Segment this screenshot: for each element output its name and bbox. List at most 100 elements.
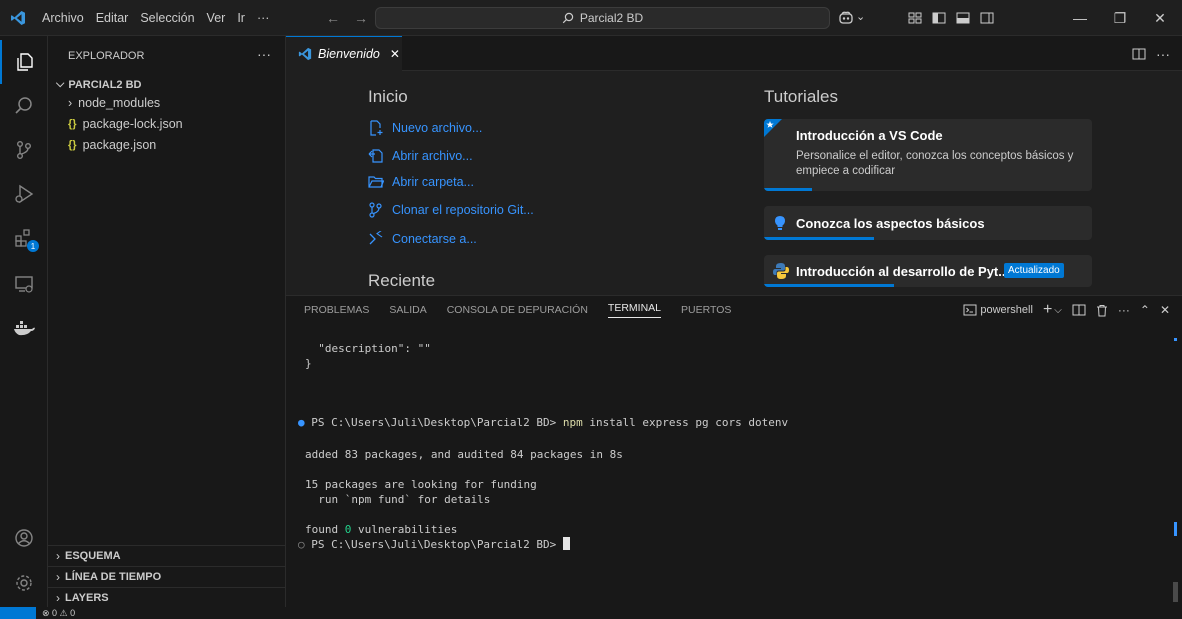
- split-editor-icon[interactable]: [1132, 48, 1146, 60]
- tree-item-label: package-lock.json: [82, 116, 183, 131]
- terminal-scrollbar[interactable]: [1170, 326, 1182, 602]
- open-folder-link[interactable]: Abrir carpeta...: [368, 171, 474, 193]
- open-folder-icon: [368, 176, 384, 188]
- explorer-more-button[interactable]: ···: [257, 46, 271, 62]
- explorer-icon[interactable]: [0, 40, 48, 84]
- vscode-logo-icon[interactable]: [0, 0, 36, 36]
- terminal-output[interactable]: "description": "" } ● PS C:\Users\Juli\D…: [286, 332, 1166, 602]
- source-control-icon[interactable]: [0, 128, 48, 172]
- out-text: found: [305, 523, 345, 536]
- source-control-icon: [369, 202, 382, 218]
- tutorial-progress: [764, 284, 894, 287]
- tab-terminal[interactable]: TERMINAL: [607, 302, 662, 318]
- open-file-link[interactable]: Abrir archivo...: [368, 145, 473, 167]
- chevron-down-icon: ⌄: [856, 10, 866, 23]
- tree-item-package-lock[interactable]: {} package-lock.json: [48, 113, 286, 134]
- close-panel-icon[interactable]: ✕: [1160, 303, 1170, 317]
- new-file-link[interactable]: Nuevo archivo...: [368, 117, 482, 139]
- close-window-icon[interactable]: ✕: [1140, 10, 1180, 27]
- customize-layout-icon[interactable]: [908, 12, 922, 24]
- minimize-icon[interactable]: —: [1060, 10, 1100, 26]
- explorer-title: EXPLORADOR: [68, 50, 145, 62]
- activity-bar: 1: [0, 36, 48, 607]
- split-terminal-icon[interactable]: [1072, 304, 1086, 316]
- vscode-tab-icon: [298, 47, 312, 61]
- remote-indicator[interactable]: [0, 607, 36, 619]
- tab-salida[interactable]: SALIDA: [389, 304, 426, 316]
- extensions-icon[interactable]: 1: [0, 216, 48, 260]
- prompt-path: PS C:\Users\Juli\Desktop\Parcial2 BD>: [311, 416, 563, 429]
- toggle-secondary-sidebar-icon[interactable]: [980, 12, 994, 24]
- command-args: install express pg cors dotenv: [582, 416, 789, 429]
- tutorials-heading: Tutoriales: [764, 87, 839, 106]
- gear-icon[interactable]: [0, 561, 48, 605]
- command-center-search[interactable]: Parcial2 BD: [375, 7, 830, 29]
- tutorial-title: Introducción a VS Code: [796, 128, 943, 143]
- run-debug-icon[interactable]: [0, 172, 48, 216]
- tree-item-label: node_modules: [78, 95, 161, 110]
- remote-explorer-icon[interactable]: [0, 262, 48, 306]
- command-center-label: Parcial2 BD: [579, 11, 644, 25]
- clone-repo-link[interactable]: Clonar el repositorio Git...: [368, 199, 534, 221]
- chevron-right-icon: ›: [56, 549, 60, 563]
- menu-ir[interactable]: Ir: [231, 11, 251, 25]
- tutorial-progress: [764, 188, 812, 191]
- welcome-page: Inicio Nuevo archivo... Abrir archivo...…: [286, 71, 1182, 295]
- chevron-right-icon: ›: [56, 591, 60, 605]
- search-view-icon[interactable]: [0, 84, 48, 128]
- start-item-label: Nuevo archivo...: [392, 121, 483, 135]
- menu-seleccion[interactable]: Selección: [134, 11, 200, 25]
- tutorial-card-python[interactable]: Introducción al desarrollo de Pyt... Act…: [764, 255, 1092, 287]
- toggle-panel-icon[interactable]: [956, 12, 970, 24]
- tab-consola-depuracion[interactable]: CONSOLA DE DEPURACIÓN: [447, 304, 588, 316]
- remote-icon: [369, 231, 383, 245]
- maximize-panel-icon[interactable]: ⌃: [1140, 303, 1150, 317]
- menu-ver[interactable]: Ver: [201, 11, 232, 25]
- terminal-line: }: [305, 357, 312, 370]
- accounts-icon[interactable]: [0, 516, 48, 560]
- star-badge-icon: [764, 119, 782, 137]
- editor-more-button[interactable]: ···: [1156, 46, 1170, 62]
- close-icon[interactable]: ✕: [390, 47, 400, 61]
- docker-icon[interactable]: [0, 306, 48, 350]
- bottom-panel: PROBLEMAS SALIDA CONSOLA DE DEPURACIÓN T…: [286, 295, 1182, 607]
- folder-root-label: PARCIAL2 BD: [68, 78, 142, 91]
- section-linea-de-tiempo[interactable]: › LÍNEA DE TIEMPO: [48, 566, 286, 587]
- chevron-down-icon[interactable]: ⌵: [1054, 305, 1062, 316]
- trash-icon[interactable]: [1096, 304, 1108, 317]
- tree-item-node-modules[interactable]: › node_modules: [48, 92, 286, 113]
- lightbulb-icon: [775, 216, 785, 230]
- tab-puertos[interactable]: PUERTOS: [681, 304, 731, 316]
- forward-arrow-icon[interactable]: →: [354, 10, 368, 26]
- status-bar: ⊗ 0 ⚠ 0: [0, 607, 1182, 619]
- copilot-button[interactable]: ⌄: [838, 0, 865, 36]
- tutorial-card-vscode[interactable]: Introducción a VS Code Personalice el ed…: [764, 119, 1092, 191]
- terminal-line: found 0 vulnerabilities: [305, 522, 457, 537]
- tutorial-card-basics[interactable]: Conozca los aspectos básicos: [764, 206, 1092, 240]
- tab-bienvenido[interactable]: Bienvenido ✕: [286, 36, 402, 71]
- panel-more-button[interactable]: ···: [1118, 303, 1130, 317]
- menu-editar[interactable]: Editar: [90, 11, 135, 25]
- json-file-icon: {}: [68, 117, 77, 130]
- terminal-selector[interactable]: powershell: [963, 304, 1033, 316]
- connect-to-link[interactable]: Conectarse a...: [368, 228, 477, 250]
- tab-problemas[interactable]: PROBLEMAS: [304, 304, 369, 316]
- updated-badge: Actualizado: [1004, 263, 1064, 278]
- menu-more[interactable]: ···: [251, 11, 276, 25]
- toggle-primary-sidebar-icon[interactable]: [932, 12, 946, 24]
- restore-icon[interactable]: ❐: [1100, 10, 1140, 27]
- start-item-label: Abrir archivo...: [392, 149, 473, 163]
- problems-indicator[interactable]: ⊗ 0 ⚠ 0: [42, 607, 75, 619]
- tree-item-package-json[interactable]: {} package.json: [48, 134, 286, 155]
- section-layers[interactable]: › LAYERS: [48, 587, 286, 608]
- section-esquema[interactable]: › ESQUEMA: [48, 545, 286, 566]
- tutorial-description: Personalice el editor, conozca los conce…: [796, 150, 1074, 177]
- menu-archivo[interactable]: Archivo: [36, 11, 90, 25]
- open-file-icon: [368, 149, 383, 163]
- terminal-line: "description": "": [305, 342, 431, 355]
- new-terminal-icon[interactable]: +: [1043, 301, 1052, 319]
- back-arrow-icon[interactable]: ←: [326, 10, 340, 26]
- tutorial-title: Introducción al desarrollo de Pyt...: [796, 264, 1010, 279]
- terminal-line: added 83 packages, and audited 84 packag…: [305, 448, 623, 461]
- tutorial-title: Conozca los aspectos básicos: [796, 216, 985, 231]
